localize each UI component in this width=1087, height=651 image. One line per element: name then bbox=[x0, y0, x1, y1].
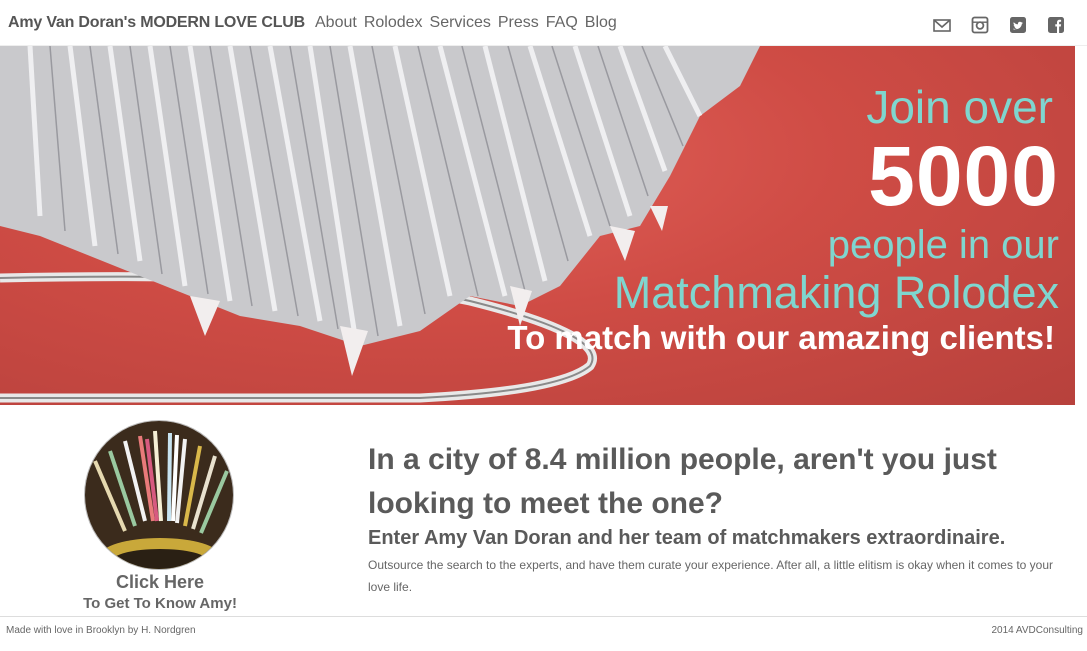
footer-credit: Made with love in Brooklyn by H. Nordgre… bbox=[6, 625, 196, 636]
site-brand-link[interactable]: Amy Van Doran's MODERN LOVE CLUB bbox=[8, 14, 305, 32]
hero-line-clients: To match with our amazing clients! bbox=[507, 319, 1055, 356]
mail-icon[interactable] bbox=[933, 16, 951, 34]
cta-click-here[interactable]: Click Here bbox=[60, 572, 260, 593]
nav-faq[interactable]: FAQ bbox=[546, 14, 578, 32]
hero-number: 5000 bbox=[868, 129, 1059, 223]
intro-subheading: Enter Amy Van Doran and her team of matc… bbox=[368, 527, 1006, 549]
twitter-icon[interactable] bbox=[1009, 16, 1027, 34]
nav-press[interactable]: Press bbox=[498, 14, 539, 32]
hero-line-rolodex: Matchmaking Rolodex bbox=[613, 267, 1059, 318]
hero-line-people: people in our bbox=[827, 223, 1059, 267]
cta-get-to-know-amy[interactable]: To Get To Know Amy! bbox=[60, 595, 260, 612]
social-links bbox=[933, 16, 1065, 34]
amy-profile-image[interactable] bbox=[84, 420, 234, 570]
footer-copyright: 2014 AVDConsulting bbox=[991, 625, 1083, 636]
hero-text: Join over 5000 people in our Matchmaking… bbox=[507, 80, 1059, 358]
right-margin bbox=[1075, 46, 1087, 616]
facebook-icon[interactable] bbox=[1047, 16, 1065, 34]
nav-rolodex[interactable]: Rolodex bbox=[364, 14, 423, 32]
top-navigation-bar: Amy Van Doran's MODERN LOVE CLUB About R… bbox=[0, 0, 1087, 46]
nav-blog[interactable]: Blog bbox=[585, 14, 617, 32]
footer: Made with love in Brooklyn by H. Nordgre… bbox=[0, 616, 1087, 651]
nav-services[interactable]: Services bbox=[430, 14, 491, 32]
instagram-icon[interactable] bbox=[971, 16, 989, 34]
main-nav: About Rolodex Services Press FAQ Blog bbox=[315, 14, 617, 32]
nav-about[interactable]: About bbox=[315, 14, 357, 32]
intro-heading: In a city of 8.4 million people, aren't … bbox=[368, 443, 997, 520]
intro-body: Outsource the search to the experts, and… bbox=[368, 558, 1054, 594]
hero-banner: Join over 5000 people in our Matchmaking… bbox=[0, 46, 1075, 405]
hero-line-join: Join over bbox=[866, 81, 1053, 133]
intro-content: In a city of 8.4 million people, aren't … bbox=[368, 438, 1068, 598]
